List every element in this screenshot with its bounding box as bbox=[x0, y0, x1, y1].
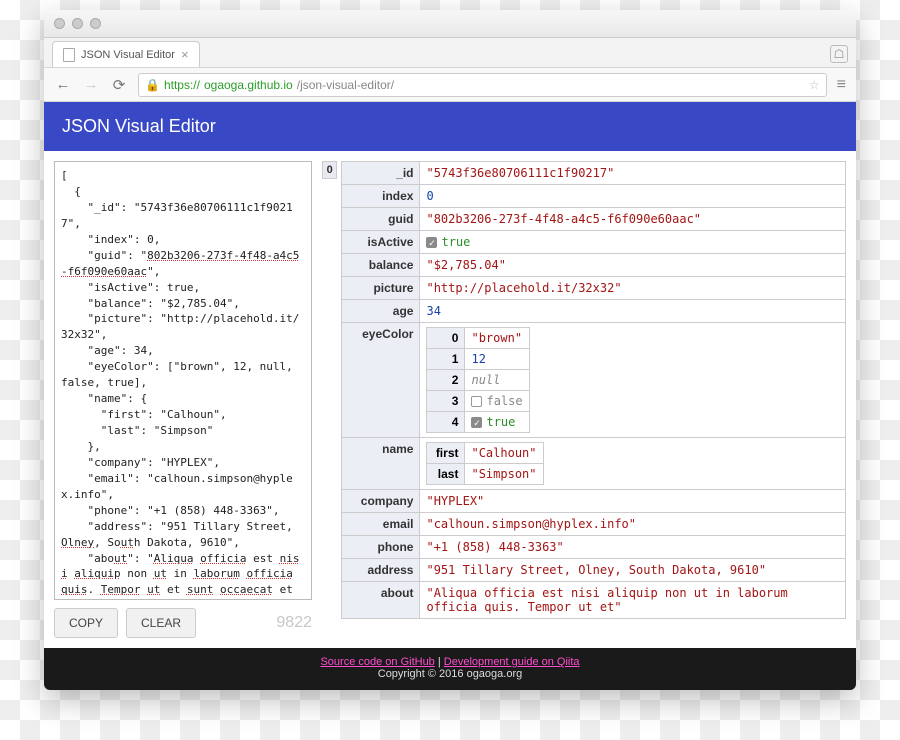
profile-icon[interactable]: ☖ bbox=[830, 45, 848, 63]
array-table: 0"brown" 112 2null 3false 4✓true bbox=[426, 327, 529, 433]
field-value[interactable]: "Aliqua officia est nisi aliquip non ut … bbox=[420, 582, 846, 619]
array-index: 2 bbox=[427, 370, 465, 391]
array-index-badge: 0 bbox=[322, 161, 337, 179]
browser-toolbar: ← → ⟳ 🔒 https:// ogaoga.github.io/json-vi… bbox=[44, 68, 856, 102]
field-key: isActive bbox=[342, 231, 420, 254]
json-textarea[interactable]: [ { "_id": "5743f36e80706111c1f90217", "… bbox=[54, 161, 312, 600]
field-value[interactable]: "calhoun.simpson@hyplex.info" bbox=[420, 513, 846, 536]
nested-key: last bbox=[427, 464, 465, 485]
object-table: _id "5743f36e80706111c1f90217" index 0 g… bbox=[341, 161, 846, 619]
app-footer: Source code on GitHub | Development guid… bbox=[44, 648, 856, 690]
checkbox-checked-icon: ✓ bbox=[471, 417, 482, 428]
footer-link-qiita[interactable]: Development guide on Qiita bbox=[444, 656, 580, 668]
field-value[interactable]: 0 bbox=[420, 185, 846, 208]
field-key: about bbox=[342, 582, 420, 619]
field-key: picture bbox=[342, 277, 420, 300]
array-item[interactable]: false bbox=[465, 391, 529, 412]
field-value: 0"brown" 112 2null 3false 4✓true bbox=[420, 323, 846, 438]
app-title: JSON Visual Editor bbox=[62, 116, 216, 136]
back-button[interactable]: ← bbox=[54, 76, 72, 93]
copy-button[interactable]: COPY bbox=[54, 608, 118, 638]
forward-button[interactable]: → bbox=[82, 76, 100, 93]
page-icon bbox=[63, 48, 75, 62]
field-key: guid bbox=[342, 208, 420, 231]
footer-link-github[interactable]: Source code on GitHub bbox=[320, 656, 434, 668]
field-key: phone bbox=[342, 536, 420, 559]
window-zoom-dot[interactable] bbox=[90, 18, 101, 29]
field-key: balance bbox=[342, 254, 420, 277]
reload-button[interactable]: ⟳ bbox=[110, 76, 128, 94]
field-key: email bbox=[342, 513, 420, 536]
hamburger-menu-icon[interactable]: ≡ bbox=[837, 76, 846, 94]
url-path: /json-visual-editor/ bbox=[297, 78, 394, 92]
lock-icon: 🔒 bbox=[145, 78, 160, 92]
url-host: ogaoga.github.io bbox=[204, 78, 293, 92]
array-index: 1 bbox=[427, 349, 465, 370]
field-value[interactable]: "5743f36e80706111c1f90217" bbox=[420, 162, 846, 185]
window-minimize-dot[interactable] bbox=[72, 18, 83, 29]
editor-controls: COPY CLEAR 9822 bbox=[54, 608, 312, 638]
app-content: [ { "_id": "5743f36e80706111c1f90217", "… bbox=[44, 151, 856, 648]
field-value[interactable]: "802b3206-273f-4f48-a4c5-f6f090e60aac" bbox=[420, 208, 846, 231]
array-item[interactable]: "brown" bbox=[465, 328, 529, 349]
field-key: eyeColor bbox=[342, 323, 420, 438]
raw-json-pane: [ { "_id": "5743f36e80706111c1f90217", "… bbox=[44, 151, 322, 648]
tab-title: JSON Visual Editor bbox=[81, 49, 175, 61]
visual-pane: 0 _id "5743f36e80706111c1f90217" index 0… bbox=[322, 151, 856, 648]
field-key: name bbox=[342, 438, 420, 490]
field-value[interactable]: "HYPLEX" bbox=[420, 490, 846, 513]
browser-window: JSON Visual Editor × ☖ ← → ⟳ 🔒 https:// o… bbox=[44, 10, 856, 690]
field-key: age bbox=[342, 300, 420, 323]
field-value[interactable]: "951 Tillary Street, Olney, South Dakota… bbox=[420, 559, 846, 582]
field-value[interactable]: "http://placehold.it/32x32" bbox=[420, 277, 846, 300]
field-value[interactable]: 34 bbox=[420, 300, 846, 323]
array-item[interactable]: 12 bbox=[465, 349, 529, 370]
field-value: first"Calhoun" last"Simpson" bbox=[420, 438, 846, 490]
checkbox-checked-icon: ✓ bbox=[426, 237, 437, 248]
field-key: _id bbox=[342, 162, 420, 185]
array-item[interactable]: null bbox=[465, 370, 529, 391]
array-index: 0 bbox=[427, 328, 465, 349]
window-close-dot[interactable] bbox=[54, 18, 65, 29]
field-key: address bbox=[342, 559, 420, 582]
field-key: company bbox=[342, 490, 420, 513]
browser-tabbar: JSON Visual Editor × ☖ bbox=[44, 38, 856, 68]
array-item[interactable]: ✓true bbox=[465, 412, 529, 433]
nested-value[interactable]: "Simpson" bbox=[465, 464, 543, 485]
app-header: JSON Visual Editor bbox=[44, 102, 856, 151]
field-value[interactable]: "$2,785.04" bbox=[420, 254, 846, 277]
nested-key: first bbox=[427, 443, 465, 464]
bookmark-star-icon[interactable]: ☆ bbox=[809, 78, 820, 92]
nested-value[interactable]: "Calhoun" bbox=[465, 443, 543, 464]
checkbox-unchecked-icon bbox=[471, 396, 482, 407]
char-count: 9822 bbox=[276, 614, 312, 632]
field-key: index bbox=[342, 185, 420, 208]
tab-close-icon[interactable]: × bbox=[181, 47, 189, 62]
field-value[interactable]: ✓true bbox=[420, 231, 846, 254]
array-index: 4 bbox=[427, 412, 465, 433]
nested-object-table: first"Calhoun" last"Simpson" bbox=[426, 442, 543, 485]
footer-separator: | bbox=[435, 656, 444, 668]
url-scheme: https:// bbox=[164, 78, 200, 92]
array-index: 3 bbox=[427, 391, 465, 412]
browser-tab[interactable]: JSON Visual Editor × bbox=[52, 41, 200, 67]
clear-button[interactable]: CLEAR bbox=[126, 608, 196, 638]
field-value[interactable]: "+1 (858) 448-3363" bbox=[420, 536, 846, 559]
footer-copyright: Copyright © 2016 ogaoga.org bbox=[44, 668, 856, 680]
window-titlebar bbox=[44, 10, 856, 38]
address-bar[interactable]: 🔒 https:// ogaoga.github.io/json-visual-e… bbox=[138, 73, 827, 97]
